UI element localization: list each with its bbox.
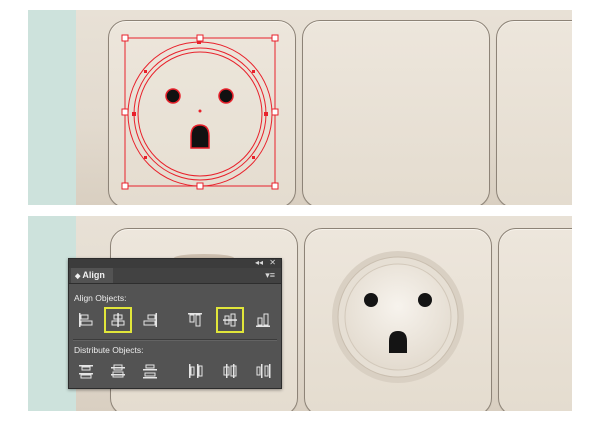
distribute-horizontal-center-icon [223,364,237,378]
vertical-align-top-button[interactable] [184,310,206,330]
distribute-top-icon [79,365,93,379]
left-pin-hole [364,293,378,307]
anchor-point [132,112,136,116]
horizontal-distribute-right-button[interactable] [252,361,274,381]
panel-title-bar[interactable]: ◂◂ ✕ [69,258,281,268]
socket-face [344,263,452,371]
distribute-objects-label: Distribute Objects: [74,345,144,355]
resize-handle-left [121,108,129,116]
collapse-panel-button[interactable]: ◂◂ [255,258,263,268]
align-right-icon [143,313,157,327]
right-pin-hole [218,88,234,104]
align-panel[interactable]: ◂◂ ✕ ◆ Align ▾≡ Align Objects: Distribut… [68,258,282,389]
anchor-point [252,70,255,73]
anchor-point [252,156,255,159]
distribute-left-icon [189,364,203,378]
resize-handle-bottom [196,182,204,190]
resize-handle-top [196,34,204,42]
horizontal-align-right-button[interactable] [139,310,161,330]
distribute-right-icon [256,364,271,378]
right-pin-hole [418,293,432,307]
horizontal-align-left-button[interactable] [75,310,97,330]
vertical-distribute-top-button[interactable] [75,361,97,381]
resize-handle-top-right [271,34,279,42]
ground-hole [190,124,210,149]
resize-handle-right [271,108,279,116]
top-canvas-panel [28,10,572,205]
tab-align[interactable]: ◆ Align [71,268,113,283]
align-left-icon [79,313,93,327]
tab-expand-icon[interactable]: ◆ [75,273,80,280]
center-point [198,109,202,113]
left-pin-hole [165,88,181,104]
resize-handle-bottom-right [271,182,279,190]
panel-menu-button[interactable]: ▾≡ [265,270,275,280]
highlight-horizontal-align-center [104,307,132,333]
panel-tab-row: ◆ Align ▾≡ [69,268,281,284]
align-bottom-icon [256,313,270,327]
selection-overlay[interactable] [28,10,572,205]
align-top-icon [188,313,202,327]
horizontal-distribute-center-button[interactable] [219,361,241,381]
anchor-point [144,70,147,73]
ground-hole [389,331,407,353]
resize-handle-bottom-left [121,182,129,190]
distribute-vertical-center-icon [111,364,125,378]
tab-align-label: Align [82,270,105,280]
align-objects-label: Align Objects: [74,293,127,303]
vertical-align-bottom-button[interactable] [252,310,274,330]
highlight-vertical-align-center [216,307,244,333]
close-panel-button[interactable]: ✕ [269,258,276,268]
distribute-bottom-icon [143,364,157,379]
vertical-distribute-center-button[interactable] [107,361,129,381]
horizontal-distribute-left-button[interactable] [184,361,206,381]
resize-handle-top-left [121,34,129,42]
section-divider [73,339,277,341]
anchor-point [264,112,268,116]
anchor-point [144,156,147,159]
socket-face-path [137,51,263,177]
vertical-distribute-bottom-button[interactable] [139,361,161,381]
